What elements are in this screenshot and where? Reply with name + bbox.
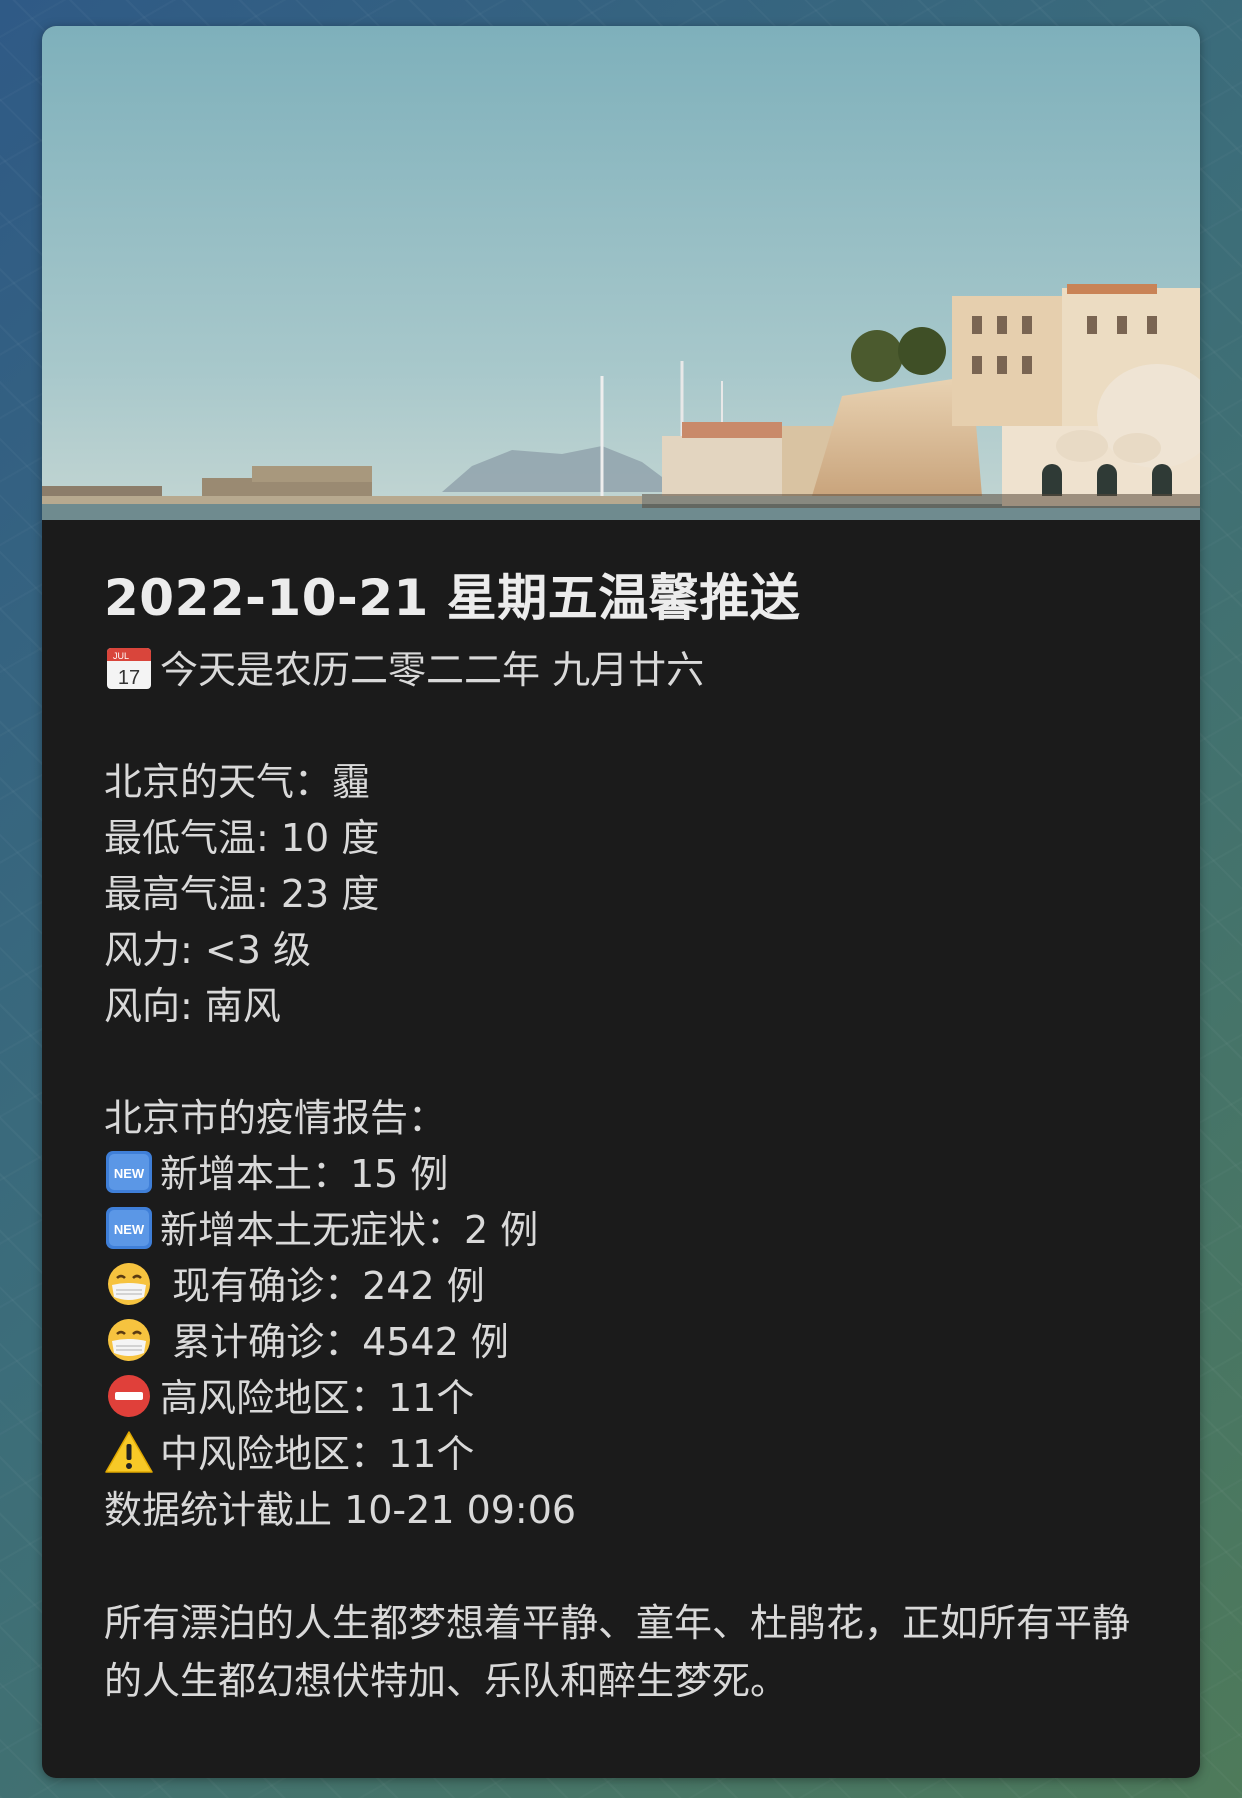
no-entry-icon — [104, 1373, 154, 1419]
weather-low-temp: 最低气温: 10 度 — [104, 816, 380, 860]
epidemic-mid-risk: 中风险地区：11个 — [104, 1426, 1144, 1482]
new-badge-icon: NEW — [104, 1149, 154, 1195]
epidemic-heading: 北京市的疫情报告： — [104, 1096, 447, 1140]
epidemic-new-local: NEW 新增本土：15 例 — [104, 1146, 1144, 1202]
lunar-date-text: 今天是农历二零二二年 九月廿六 — [160, 648, 705, 692]
new-badge-text: NEW — [114, 1222, 145, 1237]
calendar-icon: JUL 17 — [104, 645, 154, 691]
epidemic-high-risk: 高风险地区：11个 — [104, 1370, 1144, 1426]
new-badge-text: NEW — [114, 1166, 145, 1181]
lunar-line: JUL 17 今天是农历二零二二年 九月廿六 — [104, 642, 1144, 698]
weather-city: 北京的天气：霾 — [104, 760, 371, 804]
daily-quote: 所有漂泊的人生都梦想着平静、童年、杜鹃花，正如所有平静的人生都幻想伏特加、乐队和… — [104, 1601, 1131, 1703]
high-risk-text: 高风险地区：11个 — [160, 1376, 475, 1420]
new-badge-icon: NEW — [104, 1205, 154, 1251]
epidemic-current-confirmed: 现有确诊：242 例 — [104, 1258, 1144, 1314]
calendar-icon-month: JUL — [113, 651, 129, 661]
total-confirmed-text: 累计确诊：4542 例 — [160, 1320, 509, 1364]
current-confirmed-text: 现有确诊：242 例 — [160, 1264, 485, 1308]
epidemic-new-asymptomatic: NEW 新增本土无症状：2 例 — [104, 1202, 1144, 1258]
medical-mask-face-icon — [104, 1317, 154, 1363]
mid-risk-text: 中风险地区：11个 — [160, 1432, 475, 1476]
calendar-icon-day: 17 — [118, 667, 140, 689]
weather-high-temp: 最高气温: 23 度 — [104, 872, 380, 916]
data-updated-time: 数据统计截止 10-21 09:06 — [104, 1488, 577, 1532]
new-asymptomatic-text: 新增本土无症状：2 例 — [160, 1208, 539, 1252]
message-content: 2022-10-21 星期五温馨推送 JUL 17 今天是农历二零二二年 九月廿… — [104, 566, 1144, 1710]
message-card: 2022-10-21 星期五温馨推送 JUL 17 今天是农历二零二二年 九月廿… — [42, 26, 1200, 1778]
weather-wind-force: 风力: <3 级 — [104, 928, 311, 972]
header-photo — [42, 26, 1200, 520]
epidemic-total-confirmed: 累计确诊：4542 例 — [104, 1314, 1144, 1370]
weather-wind-direction: 风向: 南风 — [104, 984, 281, 1028]
post-title: 2022-10-21 星期五温馨推送 — [104, 569, 801, 627]
warning-icon — [104, 1429, 154, 1475]
medical-mask-face-icon — [104, 1261, 154, 1307]
new-local-text: 新增本土：15 例 — [160, 1152, 449, 1196]
